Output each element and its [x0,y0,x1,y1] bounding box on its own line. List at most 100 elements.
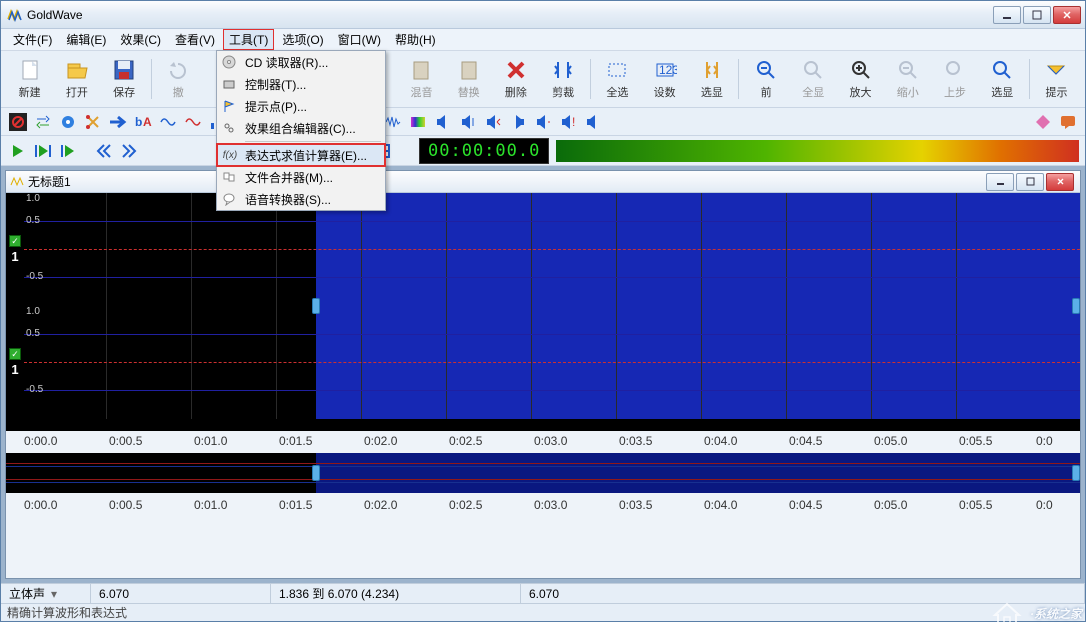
save-button[interactable]: 保存 [101,55,146,103]
main-window: GoldWave 文件(F) 编辑(E) 效果(C) 查看(V) 工具(T) 选… [0,0,1086,622]
fx-spk-ex-icon[interactable]: ! [557,111,579,133]
mdi-area: 无标题1 1.0 0.5 -0.5 ✓1 [1,166,1085,583]
status-bar: 立体声▾ 6.070 1.836 到 6.070 (4.234) 6.070 [1,583,1085,603]
status-selection[interactable]: 1.836 到 6.070 (4.234) [271,584,521,603]
time-display: 00:00:00.0 [419,138,549,164]
fx-spk-r-icon[interactable] [507,111,529,133]
rewind-button[interactable] [93,140,115,162]
set-button[interactable]: 123设数 [642,55,687,103]
trim-button[interactable]: 剪裁 [541,55,586,103]
open-button[interactable]: 打开 [54,55,99,103]
menu-tool[interactable]: 工具(T) [223,29,274,50]
channel-l-checkbox[interactable]: ✓ [9,235,21,247]
prev-button[interactable]: 前 [743,55,788,103]
new-button[interactable]: 新建 [7,55,52,103]
channel-r-label[interactable]: ✓1 [8,348,22,377]
transport-toolbar: 00:00:00.0 [1,136,1085,166]
replace-button[interactable]: 替换 [446,55,491,103]
fx-spk-q-icon[interactable] [582,111,604,133]
time-ruler[interactable]: 0:00.00:00.50:01.00:01.50:02.00:02.50:03… [6,431,1080,451]
merge-icon [221,169,237,185]
overview-selection[interactable] [316,453,1080,493]
overview-start-handle[interactable] [312,465,320,481]
mix-button[interactable]: 混音 [399,55,444,103]
fx-text-icon: f(x) [222,147,238,163]
select-all-button[interactable]: 全选 [595,55,640,103]
menu-edit[interactable]: 编辑(E) [60,29,112,50]
zoom-in-button[interactable]: 放大 [838,55,883,103]
fx-swap-icon[interactable] [32,111,54,133]
show-all-button[interactable]: 全显 [791,55,836,103]
menu-controller[interactable]: 控制器(T)... [217,73,385,95]
menu-file-merger[interactable]: 文件合并器(M)... [217,166,385,188]
child-maximize-button[interactable] [1016,173,1044,191]
menu-option[interactable]: 选项(O) [276,29,329,50]
fx-ba-icon[interactable]: bA [132,111,154,133]
menu-view[interactable]: 查看(V) [169,29,221,50]
status-duration[interactable]: 6.070 [91,584,271,603]
selection-start-handle[interactable] [312,298,320,314]
vu-meter [556,140,1079,162]
svg-text:b: b [135,115,142,129]
effects-toolbar: bA ! [1,108,1085,136]
fx-dot-icon[interactable] [57,111,79,133]
overview-track[interactable] [6,453,1080,493]
menu-help[interactable]: 帮助(H) [389,29,442,50]
overview-end-handle[interactable] [1072,465,1080,481]
hint-button[interactable]: 提示 [1034,55,1079,103]
forward-button[interactable] [118,140,140,162]
tools-menu-dropdown: CD 读取器(R)... 控制器(T)... 提示点(P)... 效果组合编辑器… [216,50,386,211]
titlebar[interactable]: GoldWave [1,1,1085,29]
step-up-button[interactable]: 上步 [932,55,977,103]
menu-window[interactable]: 窗口(W) [332,29,387,50]
selection-end-handle[interactable] [1072,298,1080,314]
play-button[interactable] [7,140,29,162]
minimize-button[interactable] [993,6,1021,24]
window-title: GoldWave [27,8,993,22]
menu-cue-points[interactable]: 提示点(P)... [217,95,385,117]
channel-l-label[interactable]: ✓1 [8,235,22,264]
play-from-button[interactable] [57,140,79,162]
zoom-sel-button[interactable]: 选显 [980,55,1025,103]
fx-wave2-icon[interactable] [182,111,204,133]
sel-to-view-button[interactable]: 选显 [689,55,734,103]
flag-icon [221,98,237,114]
child-minimize-button[interactable] [986,173,1014,191]
undo-button[interactable]: 撤 [156,55,201,103]
waveform-view[interactable]: 1.0 0.5 -0.5 ✓1 1.0 0.5 -0.5 ✓1 [6,193,1080,419]
overview-ruler[interactable]: 0:00.00:00.50:01.00:01.50:02.00:02.50:03… [6,495,1080,515]
hint-text: 精确计算波形和表达式 [7,604,127,621]
menu-cd-reader[interactable]: CD 读取器(R)... [217,51,385,73]
chain-icon [221,120,237,136]
child-close-button[interactable] [1046,173,1074,191]
fx-scissors-icon[interactable] [82,111,104,133]
fx-spk-up-icon[interactable] [457,111,479,133]
fx-chat-icon[interactable] [1057,111,1079,133]
watermark: ·系统之家 [990,599,1082,627]
main-toolbar: 新建 打开 保存 撤 重 剪 复 粘新 混音 替换 删除 剪裁 全选 123设数… [1,51,1085,108]
zoom-out-button[interactable]: 缩小 [885,55,930,103]
fx-spk-l-icon[interactable] [482,111,504,133]
play-sel-button[interactable] [32,140,54,162]
channel-r-checkbox[interactable]: ✓ [9,348,21,360]
maximize-button[interactable] [1023,6,1051,24]
delete-button[interactable]: 删除 [493,55,538,103]
svg-text:!: ! [572,115,575,129]
controller-icon [221,76,237,92]
fx-diamond-icon[interactable] [1032,111,1054,133]
child-titlebar[interactable]: 无标题1 [6,171,1080,193]
fx-rainbow2-icon[interactable] [407,111,429,133]
menu-effect-chain[interactable]: 效果组合编辑器(C)... [217,117,385,139]
svg-text:123: 123 [659,63,677,77]
fx-arrow-icon[interactable] [107,111,129,133]
fx-block-icon[interactable] [7,111,29,133]
menu-file[interactable]: 文件(F) [7,29,58,50]
close-button[interactable] [1053,6,1081,24]
fx-spk1-icon[interactable] [432,111,454,133]
menu-effect[interactable]: 效果(C) [114,29,167,50]
menu-expression-evaluator[interactable]: f(x)表达式求值计算器(E)... [217,144,385,166]
menu-speech-converter[interactable]: 语音转换器(S)... [217,188,385,210]
fx-spk-dn-icon[interactable] [532,111,554,133]
status-channels[interactable]: 立体声▾ [1,584,91,603]
fx-wave1-icon[interactable] [157,111,179,133]
